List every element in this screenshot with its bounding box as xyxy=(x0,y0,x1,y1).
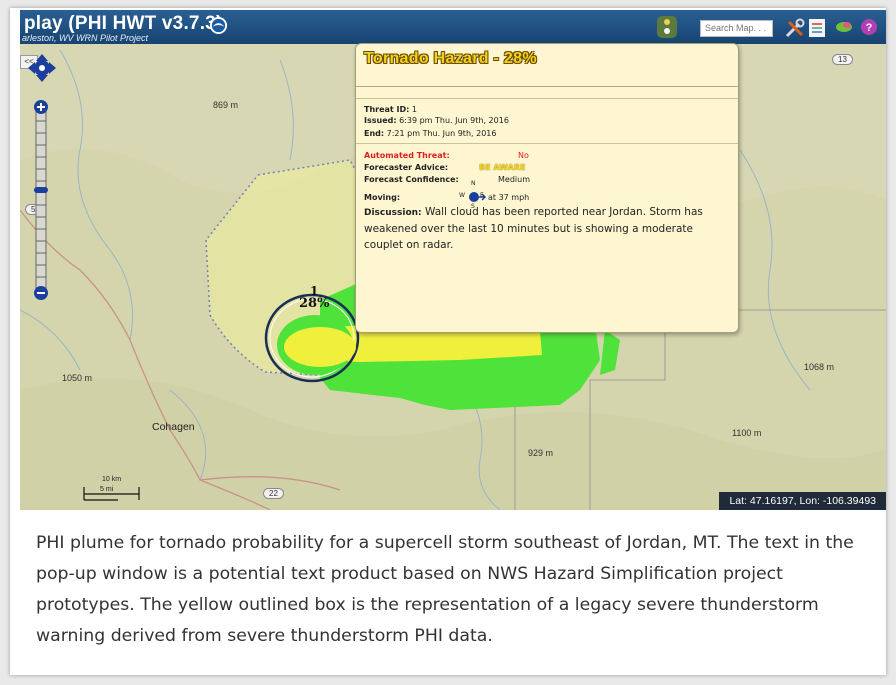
threat-id-row: Threat ID: 1 xyxy=(364,105,417,114)
map-screenshot: 869 m 1050 m 1068 m 1100 m 929 m Cohagen… xyxy=(20,10,886,510)
divider xyxy=(356,98,738,99)
help-icon[interactable]: ? xyxy=(860,18,878,36)
list-icon[interactable] xyxy=(808,18,826,38)
svg-text:?: ? xyxy=(866,22,873,34)
threat-id-value: 1 xyxy=(411,105,417,114)
compass-west: W xyxy=(459,192,465,199)
end-row: End: 7:21 pm Thu. Jun 9th, 2016 xyxy=(364,129,496,138)
coordinates-readout: Lat: 47.16197, Lon: -106.39493 xyxy=(719,492,886,510)
popup-title: Tornado Hazard - 28% xyxy=(364,50,537,67)
road-shield: 13 xyxy=(832,54,853,65)
threat-popup[interactable]: Tornado Hazard - 28% Threat ID: 1 Issued… xyxy=(355,43,739,333)
automated-value: No xyxy=(518,151,529,160)
layers-icon[interactable] xyxy=(834,18,854,36)
app-subtitle: arleston, WV WRN Pilot Project xyxy=(22,33,149,43)
divider xyxy=(356,143,738,144)
road-shield: 22 xyxy=(263,488,284,499)
confidence-value: Medium xyxy=(498,175,530,184)
app-title: play (PHI HWT v3.7.3) xyxy=(24,13,223,34)
town-label: Cohagen xyxy=(152,421,195,433)
end-label: End: xyxy=(364,129,385,138)
elevation-label: 1100 m xyxy=(732,428,762,438)
compass-north: N xyxy=(471,180,476,187)
elevation-label: 869 m xyxy=(213,100,239,110)
issued-row: Issued: 6:39 pm Thu. Jun 9th, 2016 xyxy=(364,116,509,125)
figure-caption: PHI plume for tornado probability for a … xyxy=(36,533,854,646)
advice-label: Forecaster Advice: xyxy=(364,163,449,172)
moving-label: Moving: xyxy=(364,193,401,202)
discussion-text: Discussion: Wall cloud has been reported… xyxy=(364,204,734,253)
zoom-slider[interactable] xyxy=(33,99,49,301)
app-header: play (PHI HWT v3.7.3) arleston, WV WRN P… xyxy=(20,10,886,44)
issued-label: Issued: xyxy=(364,116,397,125)
search-map-input[interactable]: Search Map. . . xyxy=(700,20,773,37)
threat-id-label: Threat ID: xyxy=(364,105,410,114)
elevation-label: 1050 m xyxy=(62,373,93,383)
issued-value: 6:39 pm Thu. Jun 9th, 2016 xyxy=(399,116,509,125)
end-value: 7:21 pm Thu. Jun 9th, 2016 xyxy=(386,129,497,138)
scale-km-label: 10 km xyxy=(102,476,122,483)
moving-speed: at 37 mph xyxy=(488,193,530,202)
pan-control-icon[interactable] xyxy=(27,53,57,83)
discussion-label: Discussion: xyxy=(364,208,422,218)
traffic-light-icon[interactable] xyxy=(656,15,678,39)
threat-percent: 28% xyxy=(299,296,330,311)
scale-mi-label: 5 mi xyxy=(100,486,114,493)
confidence-label: Forecast Confidence: xyxy=(364,175,459,184)
automated-label: Automated Threat: xyxy=(364,151,450,160)
elevation-label: 1068 m xyxy=(804,362,835,372)
tools-icon[interactable] xyxy=(784,17,806,39)
elevation-label: 929 m xyxy=(528,448,554,458)
advice-value: BE AWARE xyxy=(479,163,526,172)
compass-east: E xyxy=(480,192,484,199)
noaa-logo-icon[interactable] xyxy=(209,16,228,35)
